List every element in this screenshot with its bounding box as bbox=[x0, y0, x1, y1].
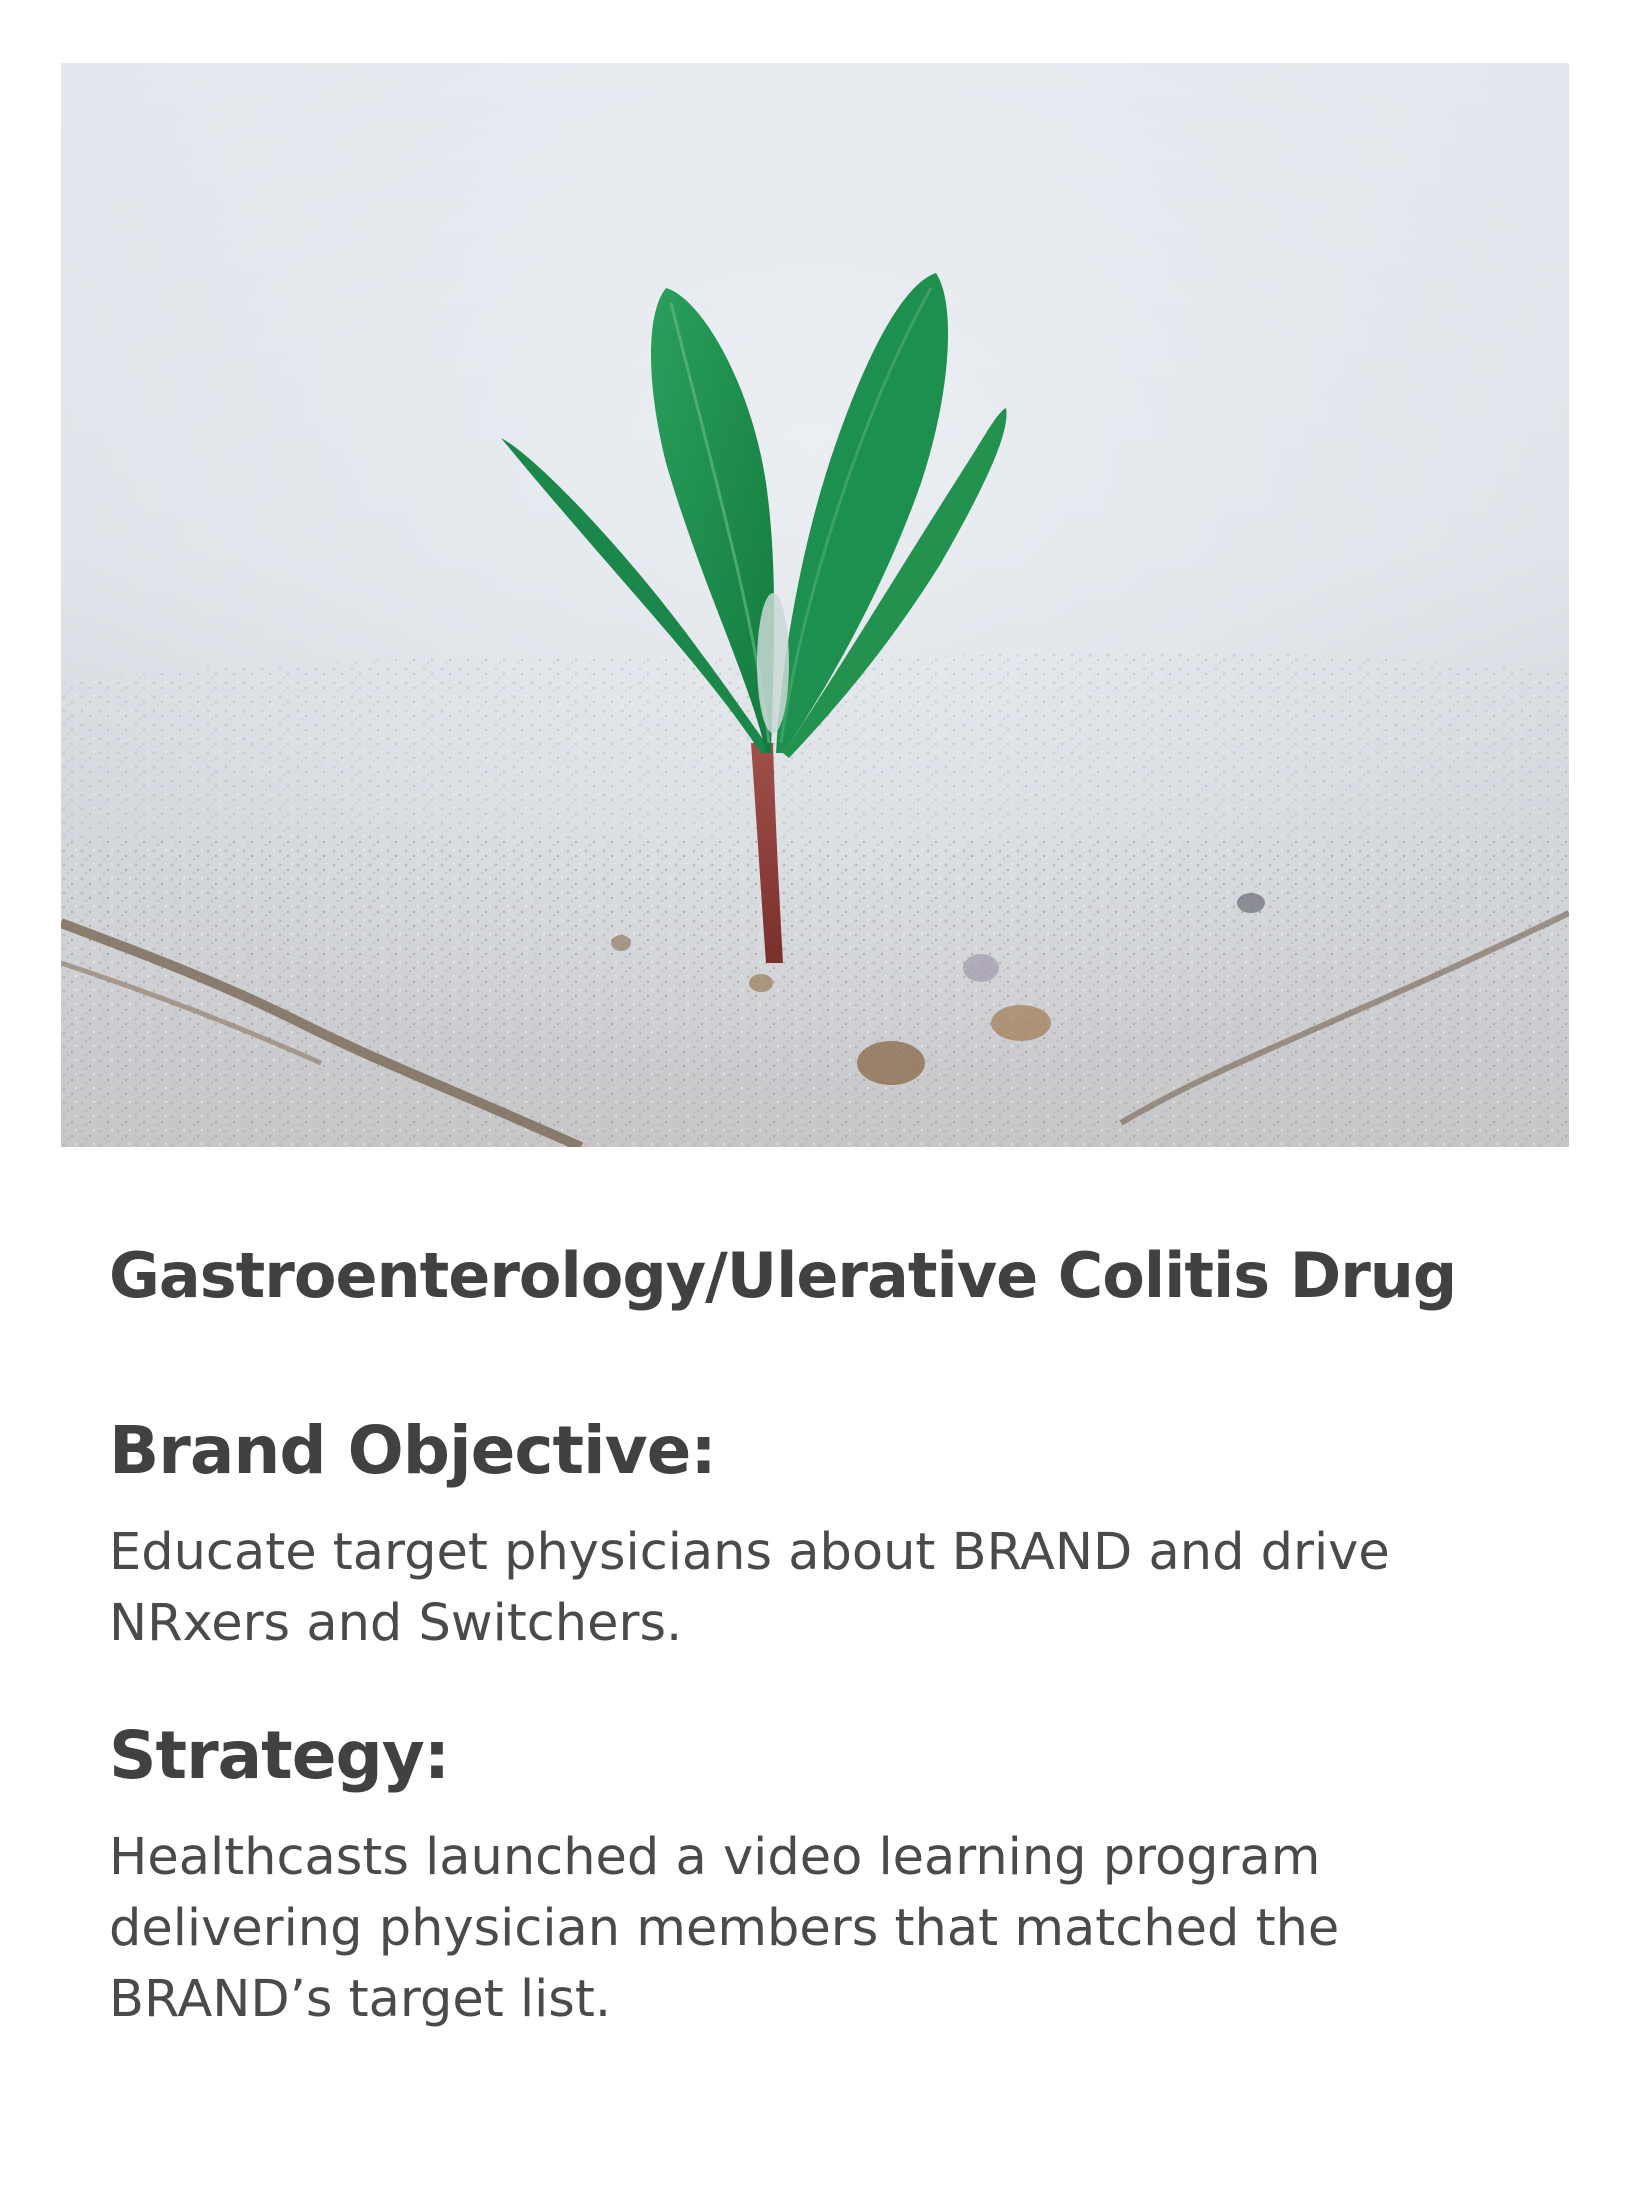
brand-objective-text: Educate target physicians about BRAND an… bbox=[109, 1523, 1390, 1653]
brand-objective-heading: Brand Objective: bbox=[109, 1412, 717, 1489]
strategy-text: Healthcasts launched a video learning pr… bbox=[109, 1828, 1340, 2029]
hero-image bbox=[61, 63, 1569, 1147]
case-title: Gastroenterology/Ulerative Colitis Drug bbox=[109, 1239, 1457, 1312]
strategy-heading: Strategy: bbox=[109, 1717, 450, 1794]
seedling-photo bbox=[61, 63, 1569, 1147]
